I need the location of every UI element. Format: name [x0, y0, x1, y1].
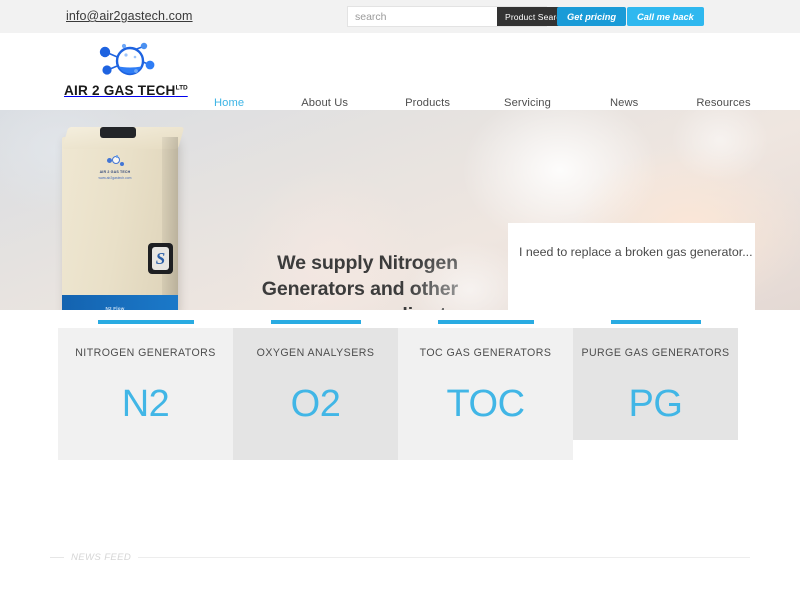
- card-body[interactable]: TOC GAS GENERATORS TOC: [398, 328, 573, 460]
- generator-vent: [100, 127, 136, 138]
- card-accent-bar: [437, 320, 534, 324]
- molecule-icon-small: [106, 155, 124, 169]
- hero-panel-line-1[interactable]: I need to replace a broken gas generator…: [519, 244, 753, 261]
- generator-decal: AIR 2 GAS TECH www.air2gastech.com: [84, 155, 146, 180]
- card-accent-bar: [270, 320, 361, 324]
- molecule-icon-svg: [99, 42, 155, 76]
- card-symbol: O2: [290, 383, 341, 425]
- card-body[interactable]: OXYGEN ANALYSERS O2: [233, 328, 398, 460]
- hero-side-panel: I need to replace a broken gas generator…: [508, 223, 755, 310]
- hero-headline: We supply Nitrogen Generators and other …: [261, 252, 458, 310]
- logo-text: AIR 2 GAS TECHLTD: [64, 83, 188, 98]
- site-header: AIR 2 GAS TECHLTD Home About Us Products…: [0, 33, 800, 110]
- card-accent-bar: [610, 320, 701, 324]
- logo-text-suffix: LTD: [175, 84, 188, 92]
- main-navigation: Home About Us Products Servicing News Re…: [200, 97, 790, 109]
- card-title: NITROGEN GENERATORS: [75, 347, 216, 359]
- top-utility-bar: info@air2gastech.com Product Search Get …: [0, 0, 800, 33]
- card-accent-bar: [97, 320, 194, 324]
- nav-item-news[interactable]: News: [610, 97, 638, 109]
- divider-rule-left: [50, 557, 64, 558]
- get-pricing-button[interactable]: Get pricing: [557, 7, 627, 26]
- generator-side-shade: [162, 137, 178, 310]
- generator-blue-stripe: N2 Flow: [62, 295, 178, 310]
- nav-item-servicing[interactable]: Servicing: [504, 97, 551, 109]
- card-body[interactable]: NITROGEN GENERATORS N2: [58, 328, 233, 460]
- nav-item-products[interactable]: Products: [405, 97, 450, 109]
- search-input[interactable]: [348, 7, 497, 26]
- generator-control-panel: [148, 243, 173, 274]
- generator-decal-url: www.air2gastech.com: [98, 176, 132, 180]
- divider-rule-right: [138, 557, 750, 558]
- card-title: OXYGEN ANALYSERS: [256, 347, 375, 359]
- nav-item-home[interactable]: Home: [214, 97, 244, 109]
- email-link[interactable]: info@air2gastech.com: [66, 9, 193, 23]
- card-body[interactable]: PURGE GAS GENERATORS PG: [573, 328, 738, 440]
- hero-banner: AIR 2 GAS TECH www.air2gastech.com N2 Fl…: [0, 110, 800, 310]
- molecule-icon: [64, 38, 184, 83]
- nav-item-resources[interactable]: Resources: [696, 97, 750, 109]
- news-feed-label: NEWS FEED: [71, 552, 132, 563]
- logo-text-main: AIR 2 GAS TECH: [64, 83, 176, 98]
- card-title: TOC GAS GENERATORS: [419, 347, 552, 359]
- nav-item-about-us[interactable]: About Us: [301, 97, 348, 109]
- card-title: PURGE GAS GENERATORS: [581, 347, 730, 359]
- news-feed-divider: NEWS FEED: [50, 552, 750, 563]
- call-me-back-button[interactable]: Call me back: [627, 7, 704, 26]
- card-symbol: PG: [628, 383, 683, 425]
- generator-decal-title: AIR 2 GAS TECH: [99, 170, 131, 174]
- product-categories: NITROGEN GENERATORS N2 OXYGEN ANALYSERS …: [0, 310, 800, 532]
- card-symbol: N2: [121, 383, 170, 425]
- site-logo[interactable]: AIR 2 GAS TECHLTD: [64, 38, 188, 98]
- card-symbol: TOC: [446, 383, 525, 425]
- nitrogen-generator-image: AIR 2 GAS TECH www.air2gastech.com N2 Fl…: [62, 127, 185, 310]
- search-box[interactable]: Product Search: [347, 6, 574, 27]
